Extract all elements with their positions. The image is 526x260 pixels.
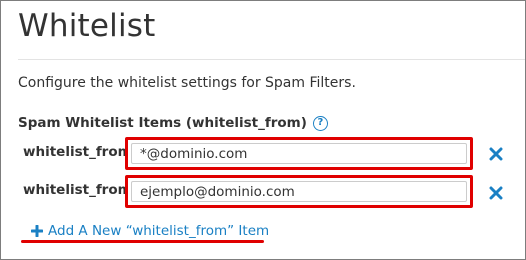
remove-item-button[interactable] — [485, 143, 507, 165]
highlight-underline — [21, 240, 264, 243]
close-x-icon — [489, 186, 503, 200]
whitelist-from-input[interactable] — [131, 143, 467, 164]
section-label-text: Spam Whitelist Items (whitelist_from) — [18, 115, 307, 131]
plus-icon — [31, 225, 43, 237]
title-divider — [18, 59, 525, 60]
add-item-link[interactable]: Add A New “whitelist_from” Item — [31, 223, 269, 239]
whitelist-row-label: whitelist_from — [23, 182, 132, 198]
whitelist-from-input[interactable] — [131, 181, 467, 202]
add-item-label: Add A New “whitelist_from” Item — [48, 223, 270, 239]
close-x-icon — [489, 147, 503, 161]
section-label: Spam Whitelist Items (whitelist_from) ? — [18, 115, 328, 131]
page-title: Whitelist — [18, 8, 156, 44]
whitelist-panel: Whitelist Configure the whitelist settin… — [0, 0, 526, 260]
highlight-box — [125, 175, 473, 208]
highlight-box — [125, 137, 473, 170]
whitelist-row-label: whitelist_from — [23, 144, 132, 160]
page-description: Configure the whitelist settings for Spa… — [18, 75, 356, 91]
remove-item-button[interactable] — [485, 182, 507, 204]
help-icon[interactable]: ? — [312, 115, 328, 131]
